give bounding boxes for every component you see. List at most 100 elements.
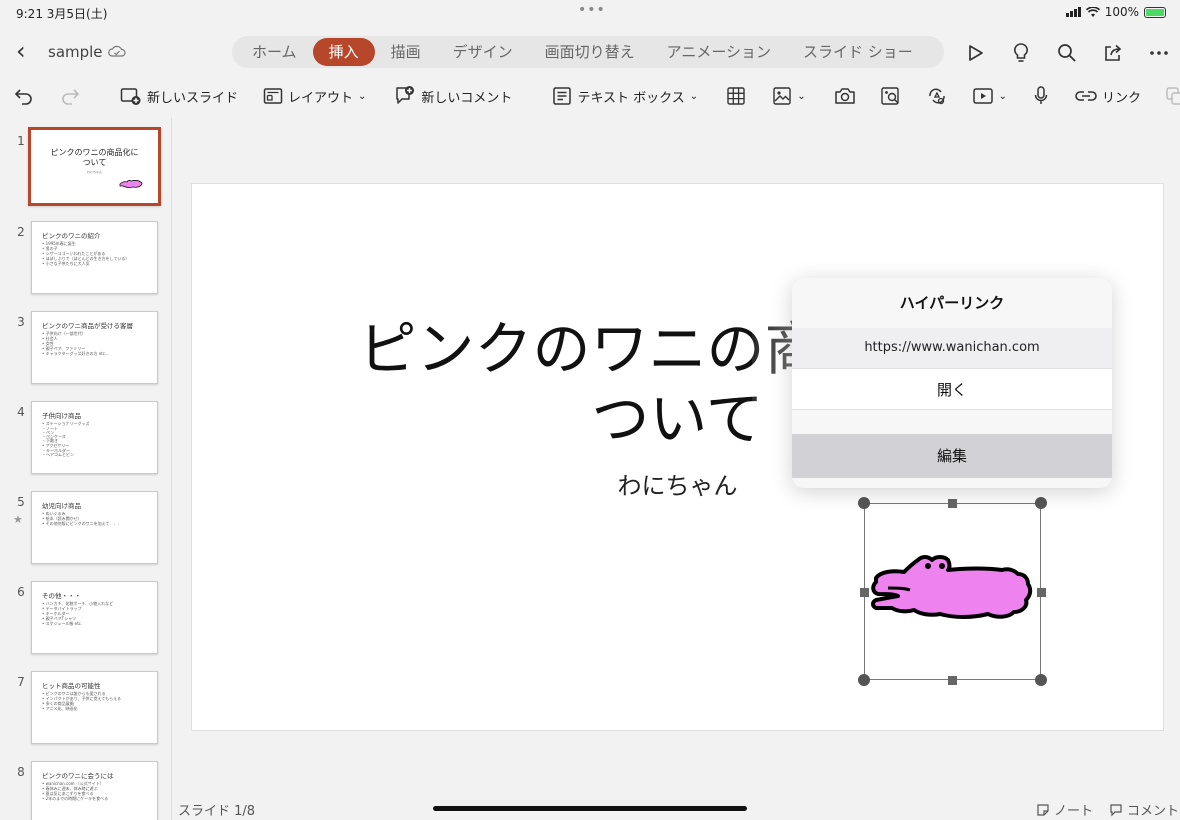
tab-transitions[interactable]: 画面切り替え xyxy=(529,38,651,66)
slide-thumbnail[interactable]: 幼児向け商品 • ぬいぐるみ • 絵本（読み聞かせ） • その他何版にピンクのワ… xyxy=(31,491,158,564)
document-name[interactable]: sample xyxy=(48,43,103,61)
icons-insert-icon[interactable] xyxy=(926,86,948,106)
thumbnail-line: • 小さな子供たちに大人気 xyxy=(42,261,90,266)
status-time: 9:21 3月5日(土) xyxy=(16,7,108,21)
layout-icon xyxy=(263,88,283,104)
thumbnail-row[interactable]: 2 ピンクのワニの紹介 • 1995年春に誕生 • 男の子 • シザーコゴーいわ… xyxy=(0,221,171,301)
slide-thumbnail[interactable]: ピンクのワニ商品が受ける客層 • 子供向け（一部世代） • 社会人 • 女性 •… xyxy=(31,311,158,384)
tab-home[interactable]: ホーム xyxy=(236,38,313,66)
search-icon[interactable] xyxy=(1052,40,1082,66)
popover-title: ハイパーリンク xyxy=(899,294,1005,312)
resize-handle-left[interactable] xyxy=(860,588,869,597)
slide-thumbnail[interactable]: 子供向け商品 • ステーショナリーグッズ ・ノート ・ペン ・ぺンケース ・下敷… xyxy=(31,401,158,474)
thumbnail-number: 6 xyxy=(17,585,25,599)
multitasking-dots-icon[interactable]: ••• xyxy=(578,2,606,18)
resize-handle-top-left[interactable] xyxy=(858,497,870,509)
hyperlink-popover: ハイパーリンク https://www.wanichan.com 開く 編集 xyxy=(792,278,1112,488)
thumbnail-row[interactable]: 1 ピンクのワニの商品化に ついて わにちゃん xyxy=(0,127,171,210)
thumbnail-number: 4 xyxy=(17,405,25,419)
thumbnail-row[interactable]: 4 子供向け商品 • ステーショナリーグッズ ・ノート ・ペン ・ぺンケース ・… xyxy=(0,401,171,481)
thumbnail-number: 1 xyxy=(17,134,25,148)
tab-insert[interactable]: 挿入 xyxy=(312,38,375,66)
slide-thumbnail[interactable]: ピンクのワニの紹介 • 1995年春に誕生 • 男の子 • シザーコゴーいわれた… xyxy=(31,221,158,294)
resize-handle-bottom-right[interactable] xyxy=(1035,674,1047,686)
notes-button[interactable]: ノート xyxy=(1036,800,1093,819)
thumbnail-number: 7 xyxy=(17,675,25,689)
thumbnail-title: 子供向け商品 xyxy=(42,412,81,420)
text-box-label: テキスト ボックス xyxy=(577,90,685,106)
slide-thumbnail[interactable]: ピンクのワニに会うには • wanichan.com （公式サイト） • 春休み… xyxy=(31,761,158,820)
tab-animations[interactable]: アニメーション xyxy=(651,38,787,66)
thumbnail-title: 幼児向け商品 xyxy=(42,502,81,510)
arrange-icon[interactable] xyxy=(1165,86,1180,106)
resize-handle-top-right[interactable] xyxy=(1035,497,1047,509)
camera-icon[interactable] xyxy=(834,86,856,106)
header-actions xyxy=(960,40,1174,66)
animation-star-icon: ★ xyxy=(13,513,23,526)
slide-thumbnail-selected[interactable]: ピンクのワニの商品化に ついて わにちゃん xyxy=(28,127,161,206)
video-button[interactable]: ⌄ xyxy=(972,86,1007,106)
new-slide-button[interactable]: 新しいスライド xyxy=(120,86,238,106)
thumbnail-line: • アニメ化、映画化 xyxy=(42,706,78,711)
share-icon[interactable] xyxy=(1098,40,1128,66)
thumbnail-line: • その他何版にピンクのワニを加えて．．． xyxy=(42,521,122,526)
hyperlink-url: https://www.wanichan.com xyxy=(792,328,1112,368)
tab-slideshow[interactable]: スライド ショー xyxy=(787,38,929,66)
picture-icon xyxy=(773,87,791,105)
thumbnail-title: ピンクのワニの紹介 xyxy=(42,232,101,240)
home-indicator[interactable] xyxy=(433,806,747,811)
chevron-down-icon: ⌄ xyxy=(797,90,806,102)
text-box-button[interactable]: テキスト ボックス ⌄ xyxy=(552,86,698,106)
layout-button[interactable]: レイアウト ⌄ xyxy=(263,87,366,106)
resize-handle-top[interactable] xyxy=(948,499,957,508)
resize-handle-right[interactable] xyxy=(1037,588,1046,597)
redo-icon[interactable] xyxy=(60,87,80,105)
play-icon[interactable] xyxy=(960,40,990,66)
thumbnail-number: 2 xyxy=(17,225,25,239)
thumbnail-line: • スケジュール帳 etc. xyxy=(42,621,83,626)
video-icon xyxy=(972,88,993,104)
cloud-saved-icon[interactable] xyxy=(108,44,126,60)
slide-thumbnail-panel: 1 ピンクのワニの商品化に ついて わにちゃん 2 ピンクのワニの紹介 • 199… xyxy=(0,118,172,820)
slide-thumbnail[interactable]: その他・・・ • ハンカチ、化粧ポーチ、小物入れなど • データバイトラップ •… xyxy=(31,581,158,654)
link-icon xyxy=(1075,91,1097,101)
resize-handle-bottom[interactable] xyxy=(948,676,957,685)
thumbnail-row[interactable]: 3 ピンクのワニ商品が受ける客層 • 子供向け（一部世代） • 社会人 • 女性… xyxy=(0,311,171,391)
thumbnail-title: ピンクのワニ商品が受ける客層 xyxy=(42,322,133,330)
link-button[interactable]: リンク xyxy=(1075,87,1141,106)
chevron-down-icon: ⌄ xyxy=(358,90,367,102)
tab-draw[interactable]: 描画 xyxy=(375,38,437,66)
image-search-icon[interactable] xyxy=(880,86,902,106)
comments-button[interactable]: コメント xyxy=(1109,800,1179,819)
lightbulb-icon[interactable] xyxy=(1006,40,1036,66)
thumbnail-title: ピンクのワニの商品化に ついて xyxy=(50,148,139,167)
picture-button[interactable]: ⌄ xyxy=(772,86,806,106)
signal-icon xyxy=(1065,7,1081,17)
edit-link-button[interactable]: 編集 xyxy=(792,434,1112,478)
link-label: リンク xyxy=(1101,90,1141,106)
thumbnail-title: ヒット商品の可能性 xyxy=(42,682,101,690)
new-comment-button[interactable]: 新しいコメント xyxy=(394,85,512,107)
undo-icon[interactable] xyxy=(14,87,34,105)
new-slide-icon xyxy=(120,88,141,105)
back-chevron-icon[interactable]: ‹ xyxy=(16,39,26,63)
thumbnail-title: その他・・・ xyxy=(42,592,81,600)
resize-handle-bottom-left[interactable] xyxy=(858,674,870,686)
open-link-button[interactable]: 開く xyxy=(792,368,1112,410)
thumbnail-subtitle: わにちゃん xyxy=(86,170,102,174)
table-icon[interactable] xyxy=(726,86,746,106)
insert-toolbar: 新しいスライド レイアウト ⌄ 新しいコメント テキスト ボックス ⌄ ⌄ ⌄ xyxy=(0,78,1180,114)
thumbnail-row[interactable]: 6 その他・・・ • ハンカチ、化粧ポーチ、小物入れなど • データバイトラップ… xyxy=(0,581,171,661)
chevron-down-icon: ⌄ xyxy=(998,90,1007,102)
thumbnail-row[interactable]: 7 ヒット商品の可能性 • ピンクのワニは誰からも愛される • インパクトがあり… xyxy=(0,671,171,751)
thumbnail-line: • キャラクターグッズ好きの方 etc... xyxy=(42,351,109,356)
thumbnail-row[interactable]: 8 ピンクのワニに会うには • wanichan.com （公式サイト） • 春… xyxy=(0,761,171,820)
microphone-icon[interactable] xyxy=(1033,85,1049,107)
tab-design[interactable]: デザイン xyxy=(437,38,529,66)
comment-icon xyxy=(1110,803,1122,816)
more-icon[interactable] xyxy=(1144,40,1174,66)
layout-label: レイアウト xyxy=(288,90,354,106)
slide-thumbnail[interactable]: ヒット商品の可能性 • ピンクのワニは誰からも愛される • インパクトがあり、子… xyxy=(31,671,158,744)
ribbon-tabs: ホーム 挿入 描画 デザイン 画面切り替え アニメーション スライド ショー xyxy=(232,36,944,68)
thumbnail-row[interactable]: 5 ★ 幼児向け商品 • ぬいぐるみ • 絵本（読み聞かせ） • その他何版にピ… xyxy=(0,491,171,571)
